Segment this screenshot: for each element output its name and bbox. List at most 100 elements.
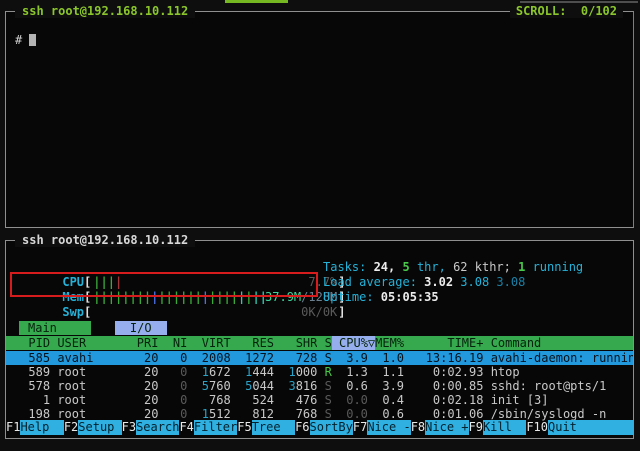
cell-cpu: 0.0 [332,407,368,421]
tab-i-o[interactable]: I/O [115,321,167,335]
column-header-time[interactable]: TIME+ [411,336,483,350]
cell-pri: 20 [130,379,159,393]
fkey-label: SortBy [310,420,353,435]
column-header-pri[interactable]: PRI [130,336,159,350]
stat-segment: 3.08 [460,275,496,289]
column-header-mem[interactable]: MEM% [375,336,411,350]
shell-prompt: # [15,33,22,47]
thousands-digit: 1 [245,365,252,379]
cell-virt: 5760 [187,379,230,393]
cell-cmd: sshd: root@pts/1 [483,379,633,393]
column-header-cpu[interactable]: CPU% [332,336,368,350]
terminal-pane-bottom: ssh root@192.168.10.112 CPU[||||7.7%] Ta… [5,240,634,439]
cell-cpu: 3.9 [332,351,368,365]
cell-res: 1444 [231,365,274,379]
cell-time: 13:16.19 [411,351,483,365]
cell-pri: 20 [130,365,159,379]
cell-shr: 1000 [274,365,317,379]
cell-user: root [50,407,129,421]
thousands-digit: 3 [288,379,295,393]
cell-sort [368,393,375,407]
process-row-585[interactable]: 585avahi20020081272728S3.91.013:16.19ava… [6,351,633,365]
fkey-number: F5 [237,420,251,435]
fkey-label: Filter [194,420,237,435]
fkey-label: Tree [252,420,295,435]
fkey-nice-[interactable]: F8Nice + [411,420,469,435]
column-header-res[interactable]: RES [231,336,274,350]
fkey-setup[interactable]: F2Setup [64,420,122,435]
cell-mem: 3.9 [375,379,411,393]
thousands-digit: 5 [202,379,209,393]
cell-pri: 20 [130,351,159,365]
cell-sort [368,351,375,365]
cell-pri: 20 [130,407,159,421]
cell-pid: 585 [14,351,50,365]
cell-cmd: /sbin/syslogd -n [483,407,633,421]
cell-virt: 2008 [187,351,230,365]
thousands-digit: 1 [202,365,209,379]
cell-time: 0:02.18 [411,393,483,407]
bottom-pane-title: ssh root@192.168.10.112 [15,233,195,247]
process-row-589[interactable]: 589root200167214441000R1.31.10:02.93htop [6,365,633,379]
stat-segment: Tasks: [323,260,374,274]
mem-meter-row: Mem[||||||||||||||||||||||||37.9M/128M] … [19,275,631,290]
fkey-number: F1 [6,420,20,435]
fkey-label: Search [136,420,179,435]
fkey-sortby[interactable]: F6SortBy [295,420,353,435]
column-header-s[interactable]: S [317,336,331,350]
fkey-label: Help [20,420,63,435]
process-row-1[interactable]: 1root200768524476S0.00.40:02.18init [3] [6,393,633,407]
cell-s: R [317,365,331,379]
process-row-198[interactable]: 198root2001512812768S0.00.60:01.06/sbin/… [6,407,633,421]
fkey-search[interactable]: F3Search [122,420,180,435]
column-header-pid[interactable]: PID [14,336,50,350]
cell-ni: 0 [158,351,187,365]
cell-sort [368,407,375,421]
cell-shr: 768 [274,407,317,421]
cell-res: 1272 [231,351,274,365]
fkey-quit[interactable]: F10Quit [526,420,633,435]
stat-segment: 3.02 [424,275,460,289]
column-header-virt[interactable]: VIRT [187,336,230,350]
cell-pid: 578 [14,379,50,393]
stat-segment: 62 kthr; [453,260,518,274]
fkey-nice-[interactable]: F7Nice - [353,420,411,435]
fkey-help[interactable]: F1Help [6,420,64,435]
fkey-number: F9 [469,420,483,435]
stat-segment: 05:05:35 [381,290,439,304]
cell-pid: 1 [14,393,50,407]
column-header-user[interactable]: USER [50,336,129,350]
text-cursor [29,34,36,46]
cell-cpu: 1.3 [332,365,368,379]
column-header-cmd[interactable]: Command [483,336,633,350]
cell-pid: 198 [14,407,50,421]
swap-meter-label: Swp [62,305,84,319]
cell-cpu: 0.6 [332,379,368,393]
column-header-shr[interactable]: SHR [274,336,317,350]
cpu-meter-row: CPU[||||7.7%] Tasks: 24, 5 thr, 62 kthr;… [19,260,631,275]
tab-main[interactable]: Main [19,321,91,335]
cell-s: S [317,407,331,421]
cell-virt: 1672 [187,365,230,379]
swap-meter: 0K/0K [91,305,338,320]
fkey-tree[interactable]: F5Tree [237,420,295,435]
top-line-artifact [520,1,638,3]
fkey-filter[interactable]: F4Filter [179,420,237,435]
process-row-578[interactable]: 578root200576050443816S0.63.90:00.85sshd… [6,379,633,393]
cell-res: 524 [231,393,274,407]
htop-screen-tabs: Main I/O [19,321,167,335]
stat-segment: running [525,260,583,274]
cell-shr: 476 [274,393,317,407]
bracket-close: ] [338,305,345,319]
cell-ni: 0 [158,379,187,393]
function-key-bar: F1Help F2Setup F3SearchF4FilterF5Tree F6… [6,420,633,435]
fkey-kill[interactable]: F9Kill [469,420,527,435]
fkey-label: Quit [548,420,633,435]
cell-mem: 1.0 [375,351,411,365]
cell-time: 0:01.06 [411,407,483,421]
bracket-open: [ [84,305,91,319]
column-header-ni[interactable]: NI [158,336,187,350]
cell-user: root [50,393,129,407]
swap-meter-row: Swp[0K/0K] Uptime: 05:05:35 [19,290,631,305]
cell-cmd: init [3] [483,393,633,407]
